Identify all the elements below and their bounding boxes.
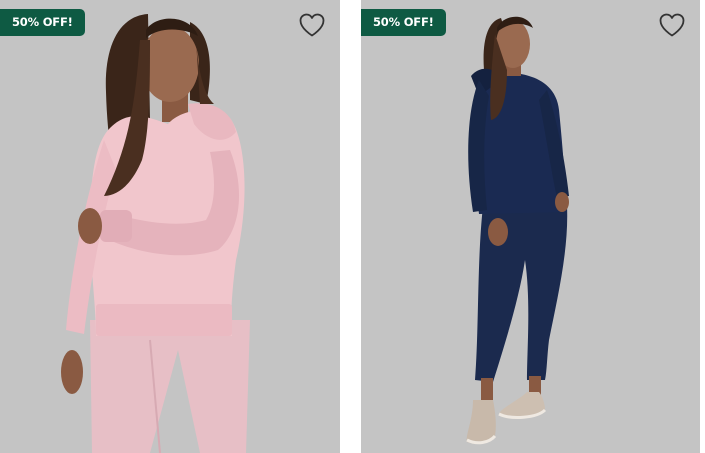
product-card[interactable]: 50% OFF! [361, 0, 700, 453]
heart-outline-icon [299, 13, 325, 37]
discount-badge: 50% OFF! [0, 9, 85, 36]
wishlist-button[interactable] [298, 12, 326, 38]
heart-outline-icon [659, 13, 685, 37]
wishlist-button[interactable] [658, 12, 686, 38]
discount-badge: 50% OFF! [361, 9, 446, 36]
product-card[interactable]: 50% OFF! [0, 0, 340, 453]
product-image-pink-set[interactable] [0, 0, 340, 453]
product-image-navy-set[interactable] [361, 0, 700, 453]
